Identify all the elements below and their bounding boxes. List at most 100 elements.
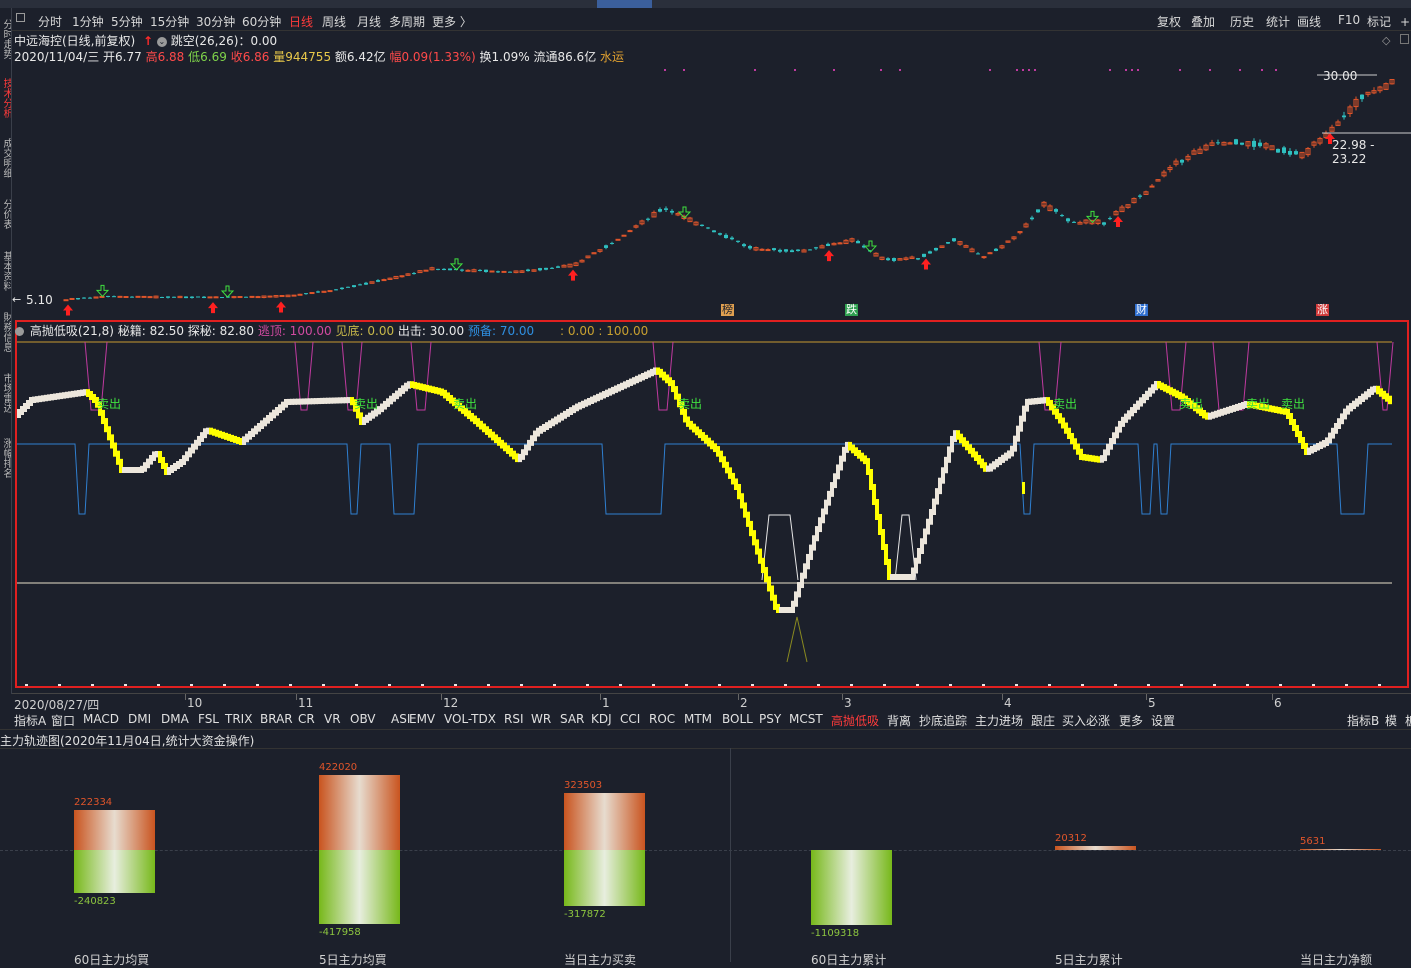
event-marker-cai[interactable]: 财 <box>1135 304 1148 316</box>
circle-down-icon[interactable]: ⌄ <box>156 36 167 47</box>
period-tab-2[interactable]: 5分钟 <box>111 13 143 30</box>
date-label-5: 2 <box>740 696 748 710</box>
indicator-tab-10[interactable]: OBV <box>350 712 376 726</box>
side-tab-3[interactable]: 分价表 <box>0 188 11 240</box>
indicator-tab-20[interactable]: MTM <box>684 712 712 726</box>
indicator-tab-31[interactable]: 设置 <box>1151 712 1175 729</box>
candlestick <box>573 261 579 267</box>
indicator-tab-16[interactable]: SAR <box>560 712 584 726</box>
indicator-tab-9[interactable]: VR <box>324 712 341 726</box>
period-tab-7[interactable]: 周线 <box>322 13 346 30</box>
candlestick <box>531 269 537 272</box>
indicator-tab-25[interactable]: 背离 <box>887 712 911 729</box>
side-tab-4[interactable]: 基本资料 <box>0 244 11 298</box>
period-tab-0[interactable]: 分时 <box>38 13 62 30</box>
side-tab-6[interactable]: 市场雷达 <box>0 364 11 422</box>
date-label-7: 4 <box>1004 696 1012 710</box>
toolbar-1-button[interactable]: 叠加 <box>1191 13 1215 30</box>
indicator-tab-11[interactable]: ASI <box>391 712 410 726</box>
candlestick <box>478 269 482 272</box>
indicator-tab-1[interactable]: 窗口 <box>51 712 75 729</box>
indicator-tab-14[interactable]: RSI <box>504 712 524 726</box>
period-tab-9[interactable]: 多周期 <box>389 13 425 30</box>
period-tab-5[interactable]: 60分钟 <box>242 13 281 30</box>
indicator-tab-right-0[interactable]: 指标B <box>1347 712 1379 729</box>
candlestick <box>297 293 303 296</box>
period-tab-1[interactable]: 1分钟 <box>72 13 104 30</box>
toolbar-6-button[interactable]: 标记 <box>1367 13 1391 30</box>
toolbar-2-button[interactable]: 历史 <box>1230 13 1254 30</box>
indicator-tab-15[interactable]: WR <box>531 712 551 726</box>
indicator-tab-right-1[interactable]: 模 <box>1385 712 1397 729</box>
scroll-up-icon[interactable] <box>1400 34 1409 44</box>
indicator-tab-30[interactable]: 更多 <box>1119 712 1143 729</box>
axis-tick <box>553 684 556 686</box>
indicator-tab-7[interactable]: BRAR <box>260 712 293 726</box>
side-tab-0[interactable]: 分时走势 <box>0 10 11 68</box>
bottom-spike <box>786 616 808 663</box>
indicator-tab-26[interactable]: 抄底追踪 <box>919 712 967 729</box>
period-tab-3[interactable]: 15分钟 <box>150 13 189 30</box>
active-window-tab[interactable] <box>597 0 652 8</box>
oscillator-segment <box>1388 395 1392 405</box>
indicator-tab-4[interactable]: DMA <box>161 712 189 726</box>
kline-chart[interactable]: 30.00 22.98 - 23.22 ← 5.10 榜 跌 财 涨 <box>12 60 1411 318</box>
indicator-tab-0[interactable]: 指标A <box>14 712 46 729</box>
candlestick <box>285 294 291 298</box>
event-marker-zhang[interactable]: 涨 <box>1316 304 1329 316</box>
toolbar-3-button[interactable]: 统计 <box>1266 13 1290 30</box>
indicator-tab-21[interactable]: BOLL <box>722 712 753 726</box>
side-tab-5[interactable]: 財務信息 <box>0 302 11 362</box>
indicator-tab-22[interactable]: PSY <box>759 712 781 726</box>
candlestick <box>1353 96 1359 111</box>
indicator-tab-23[interactable]: MCST <box>789 712 823 726</box>
indicator-tab-12[interactable]: EMV <box>409 712 435 726</box>
toolbar-4-button[interactable]: 画线 <box>1297 13 1321 30</box>
event-marker-bang[interactable]: 榜 <box>721 304 734 316</box>
indicator-tab-13[interactable]: VOL-TDX <box>444 712 496 726</box>
signal-dot <box>880 69 882 71</box>
kline-canvas[interactable] <box>12 60 1411 318</box>
indicator-toggle-icon[interactable] <box>15 327 24 336</box>
indicator-tab-6[interactable]: TRIX <box>225 712 252 726</box>
indicator-tab-28[interactable]: 跟庄 <box>1031 712 1055 729</box>
side-tab-2[interactable]: 成交明细 <box>0 132 11 184</box>
candlestick <box>1143 190 1149 195</box>
buy-arrow-icon <box>921 258 931 270</box>
indicator-tab-8[interactable]: CR <box>298 712 315 726</box>
window-menu-icon[interactable] <box>16 13 25 22</box>
period-tab-4[interactable]: 30分钟 <box>196 13 235 30</box>
toolbar-5-button[interactable]: F10 <box>1338 13 1360 27</box>
indicator-tab-24[interactable]: 高抛低吸 <box>831 712 879 729</box>
fund-panel-title: 主力轨迹图(2020年11月04日,统计大资金操作) <box>0 734 255 748</box>
candlestick <box>237 296 243 299</box>
period-tab-6[interactable]: 日线 <box>289 13 313 30</box>
indicator-tab-3[interactable]: DMI <box>128 712 151 726</box>
indicator-panel[interactable]: 高抛低吸(21,8) 秘籍: 82.50 探秘: 82.80 逃顶: 100.0… <box>15 320 1409 688</box>
candlestick <box>916 258 920 261</box>
indicator-canvas[interactable] <box>17 322 1407 686</box>
candlestick <box>1252 138 1256 150</box>
period-tab-8[interactable]: 月线 <box>357 13 381 30</box>
side-tab-1[interactable]: 技术分析 <box>0 68 11 128</box>
indicator-tab-19[interactable]: ROC <box>649 712 675 726</box>
indicator-tab-27[interactable]: 主力进场 <box>975 712 1023 729</box>
indicator-tab-2[interactable]: MACD <box>83 712 119 726</box>
diamond-icon[interactable]: ◇ <box>1382 34 1390 47</box>
event-marker-die[interactable]: 跌 <box>845 304 858 316</box>
fund-value-down: -1109318 <box>811 928 860 939</box>
indicator-tab-5[interactable]: FSL <box>198 712 219 726</box>
side-tab-7[interactable]: 涨幅排名 <box>0 426 11 490</box>
indicator-tab-18[interactable]: CCI <box>620 712 640 726</box>
period-tab-10[interactable]: 更多 〉 <box>432 13 472 30</box>
fund-bar-down <box>811 850 892 925</box>
axis-tick <box>751 684 754 686</box>
toolbar-0-button[interactable]: 复权 <box>1157 13 1181 30</box>
signal-dot <box>794 69 796 71</box>
indicator-tab-29[interactable]: 买入必涨 <box>1062 712 1110 729</box>
indicator-tab-right-2[interactable]: 板 <box>1405 712 1411 729</box>
candlestick <box>1276 148 1280 153</box>
candlestick <box>736 240 740 243</box>
indicator-tab-17[interactable]: KDJ <box>591 712 612 726</box>
toolbar-7-button[interactable]: +自 <box>1400 13 1411 30</box>
